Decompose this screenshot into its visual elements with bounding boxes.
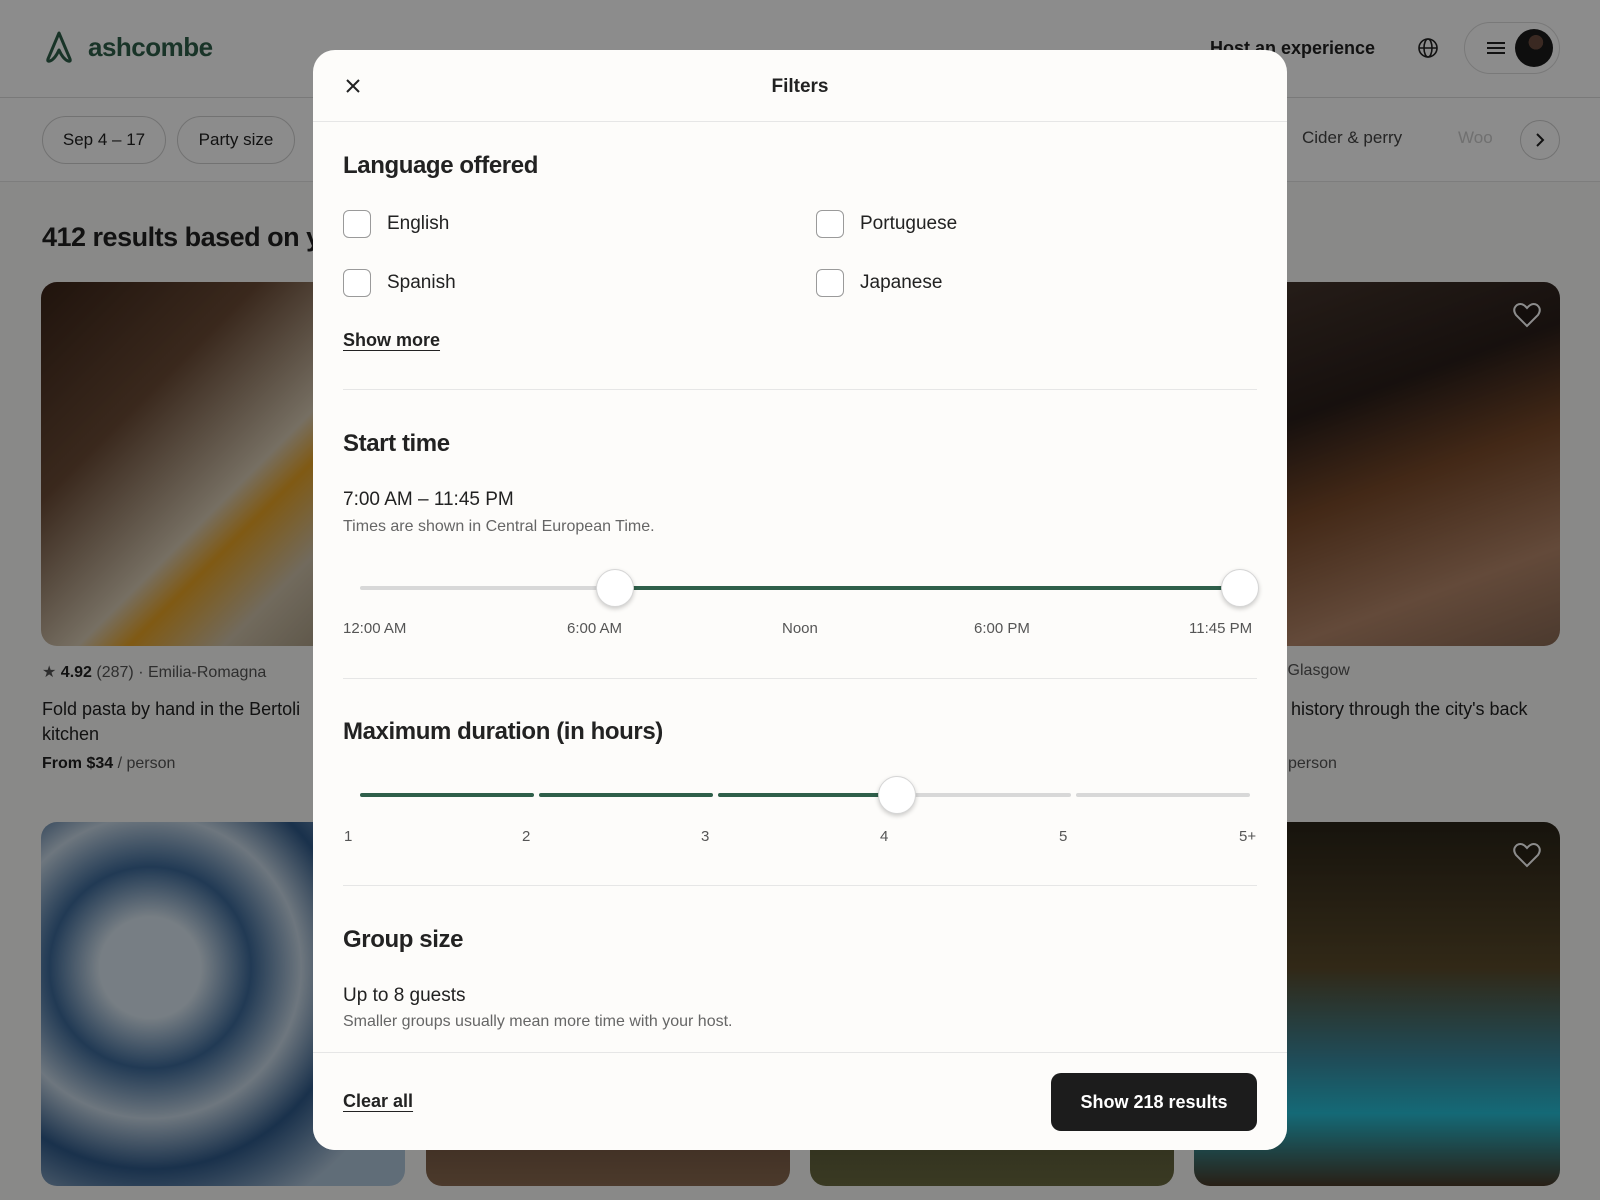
group-size-note: Smaller groups usually mean more time wi… [343, 1013, 733, 1030]
slider-tick-label: 3 [701, 828, 710, 845]
slider-tick-label: 2 [522, 828, 531, 845]
duration-segment[interactable] [1076, 793, 1250, 797]
clear-all-button[interactable]: Clear all [343, 1091, 413, 1112]
modal-header: Filters [313, 50, 1287, 122]
show-results-button[interactable]: Show 218 results [1051, 1073, 1257, 1131]
start-time-value: 7:00 AM – 11:45 PM [343, 489, 514, 510]
filters-modal: Filters Language offered English Portugu… [313, 50, 1287, 1150]
checkbox-box[interactable] [343, 210, 371, 238]
slider-tick-label: 1 [344, 828, 353, 845]
divider [343, 389, 1257, 390]
duration-segment[interactable] [897, 793, 1071, 797]
checkbox-japanese[interactable]: Japanese [816, 269, 942, 297]
checkbox-label: Spanish [387, 272, 456, 293]
checkbox-box[interactable] [343, 269, 371, 297]
modal-footer: Clear all Show 218 results [313, 1052, 1287, 1150]
divider [343, 885, 1257, 886]
slider-thumb-start[interactable] [596, 569, 635, 607]
slider-tick-label: 6:00 PM [974, 620, 1030, 637]
slider-tick-label: 11:45 PM [1189, 620, 1253, 637]
checkbox-box[interactable] [816, 269, 844, 297]
slider-thumb-end[interactable] [1221, 569, 1259, 607]
duration-segment[interactable] [539, 793, 713, 797]
slider-tick-label: 4 [880, 828, 889, 845]
slider-tick-label: 5 [1059, 828, 1068, 845]
slider-track-active [615, 586, 1240, 590]
checkbox-label: English [387, 213, 450, 234]
checkbox-label: Portuguese [860, 213, 958, 234]
duration-segment[interactable] [718, 793, 892, 797]
duration-segment[interactable] [360, 793, 534, 797]
slider-tick-label: 12:00 AM [343, 620, 407, 637]
checkbox-label: Japanese [860, 272, 943, 293]
checkbox-portuguese[interactable]: Portuguese [816, 210, 957, 238]
duration-slider-thumb[interactable] [878, 776, 916, 814]
slider-tick-label: 5+ [1239, 828, 1257, 845]
language-heading: Language offered [343, 152, 538, 179]
slider-tick-label: 6:00 AM [567, 620, 623, 637]
show-more-link[interactable]: Show more [343, 330, 440, 351]
checkbox-english[interactable]: English [343, 210, 449, 238]
checkbox-box[interactable] [816, 210, 844, 238]
modal-title: Filters [771, 76, 829, 97]
duration-heading: Maximum duration (in hours) [343, 718, 663, 745]
start-time-heading: Start time [343, 430, 450, 457]
divider [343, 678, 1257, 679]
group-size-heading: Group size [343, 926, 464, 953]
timezone-note: Times are shown in Central European Time… [343, 518, 655, 535]
group-size-value: Up to 8 guests [343, 985, 466, 1006]
slider-tick-label: Noon [782, 620, 818, 637]
checkbox-spanish[interactable]: Spanish [343, 269, 456, 297]
